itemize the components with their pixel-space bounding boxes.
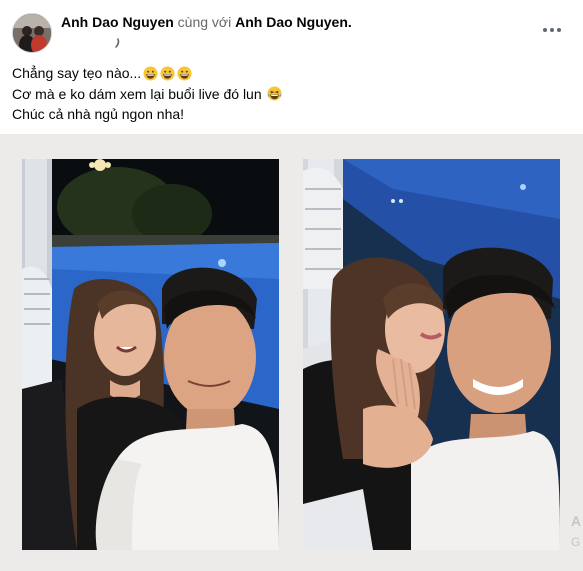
post-header: Anh Dao Nguyen cùng với Anh Dao Nguyen. bbox=[0, 0, 583, 58]
watermark-fragment: A bbox=[571, 513, 582, 529]
grinning-emoji bbox=[177, 66, 192, 81]
watermark-fragment: G bbox=[571, 535, 581, 549]
post-line-2: Cơ mà e ko dám xem lại buổi live đó lun bbox=[12, 84, 572, 105]
avatar[interactable] bbox=[12, 13, 52, 53]
author-name[interactable]: Anh Dao Nguyen bbox=[61, 14, 174, 30]
more-options-icon[interactable] bbox=[540, 20, 564, 40]
with-text: cùng với bbox=[177, 14, 232, 30]
dot bbox=[543, 28, 547, 32]
post-photo-2[interactable] bbox=[303, 159, 560, 550]
post-photo-1[interactable] bbox=[22, 159, 279, 550]
tagged-name[interactable]: Anh Dao Nguyen. bbox=[235, 14, 352, 30]
post-line-1: Chẳng say tẹo nào... bbox=[12, 63, 572, 84]
author-line: Anh Dao Nguyen cùng với Anh Dao Nguyen. bbox=[61, 14, 352, 30]
globe-icon[interactable] bbox=[113, 36, 121, 48]
laughing-emoji bbox=[267, 86, 282, 101]
grinning-emoji bbox=[160, 66, 175, 81]
grinning-emoji bbox=[143, 66, 158, 81]
post-line-text: Chẳng say tẹo nào... bbox=[12, 65, 142, 81]
post-line-text: Cơ mà e ko dám xem lại buổi live đó lun bbox=[12, 85, 262, 102]
post-line-text: Chúc cả nhà ngủ ngon nha! bbox=[12, 106, 185, 122]
post-line-3: Chúc cả nhà ngủ ngon nha! bbox=[12, 104, 572, 125]
post-text: Chẳng say tẹo nào... Cơ mà e ko dám xem … bbox=[12, 63, 572, 125]
photo-grid: A G bbox=[0, 134, 583, 571]
dot bbox=[557, 28, 561, 32]
dot bbox=[550, 28, 554, 32]
